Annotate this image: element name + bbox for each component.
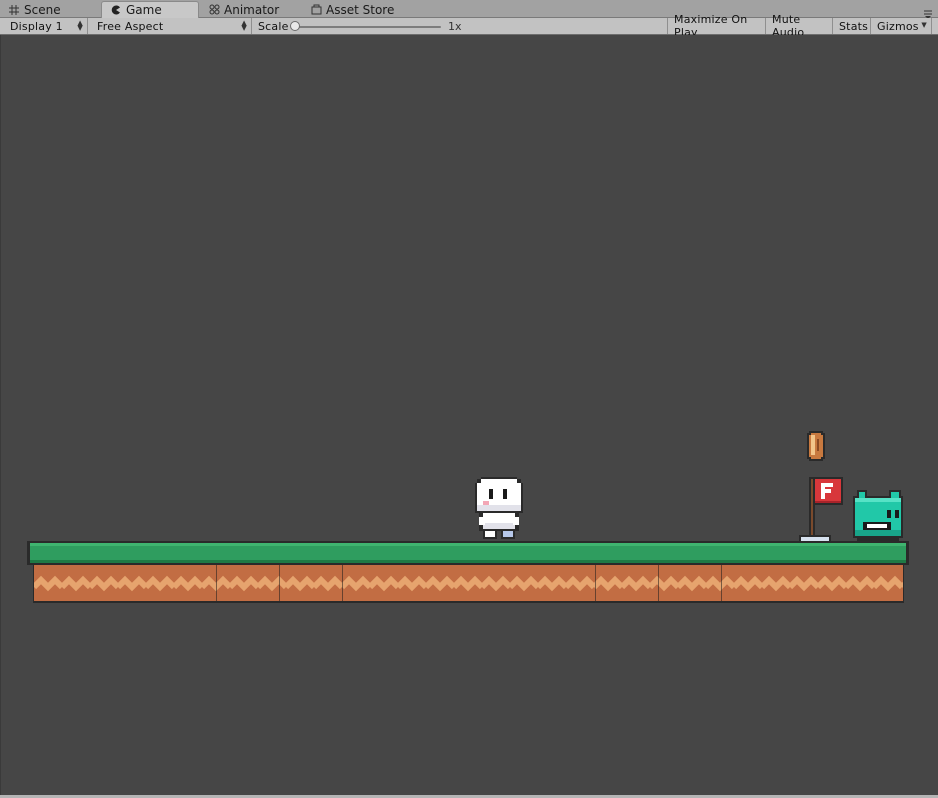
game-toolbar: Display 1 ▲ ▼ Free Aspect ▲ ▼ Scale 1x Max…	[0, 13, 938, 39]
tab-animator[interactable]: Animator	[200, 1, 300, 18]
tab-scene[interactable]: Scene	[0, 1, 96, 18]
ground-platform	[27, 541, 909, 605]
gizmos-dropdown[interactable]: Gizmos ▼	[871, 18, 932, 34]
mute-audio-toggle[interactable]: Mute Audio	[766, 13, 833, 39]
stats-toggle[interactable]: Stats	[833, 18, 871, 34]
player-character-sprite	[475, 477, 523, 539]
grid-icon	[8, 4, 20, 16]
dropdown-arrows-icon: ▲ ▼	[241, 19, 247, 32]
gizmos-label: Gizmos	[877, 19, 919, 33]
tab-game[interactable]: Game	[101, 1, 199, 18]
dirt-layer	[33, 565, 904, 603]
tab-label: Asset Store	[326, 2, 395, 17]
coin-sprite	[807, 431, 825, 461]
tab-label: Scene	[24, 2, 61, 17]
aspect-label: Free Aspect	[97, 19, 164, 33]
scale-slider-track[interactable]	[292, 26, 441, 28]
enemy-slime-sprite	[853, 490, 903, 542]
scale-slider-thumb[interactable]	[290, 21, 300, 31]
scale-value: 1x	[448, 20, 462, 33]
maximize-on-play-toggle[interactable]: Maximize On Play	[667, 13, 766, 39]
game-view[interactable]	[0, 35, 938, 795]
tab-asset-store[interactable]: Asset Store	[302, 1, 412, 18]
store-icon	[310, 4, 322, 16]
display-dropdown[interactable]: Display 1 ▲ ▼	[4, 18, 88, 34]
display-label: Display 1	[10, 19, 63, 33]
dirt-wave-pattern	[34, 565, 903, 601]
grass-layer	[27, 541, 909, 565]
goal-flag-sprite	[799, 477, 843, 543]
dropdown-arrow-icon: ▼	[921, 21, 927, 29]
scale-label: Scale	[258, 19, 289, 33]
dropdown-arrows-icon: ▲ ▼	[77, 19, 83, 32]
tab-label: Animator	[224, 2, 280, 17]
tab-label: Game	[126, 3, 162, 17]
aspect-dropdown[interactable]: Free Aspect ▲ ▼	[91, 18, 252, 34]
animator-icon	[208, 4, 220, 16]
panel-menu-icon[interactable]	[922, 5, 934, 19]
pacman-icon	[110, 4, 122, 16]
